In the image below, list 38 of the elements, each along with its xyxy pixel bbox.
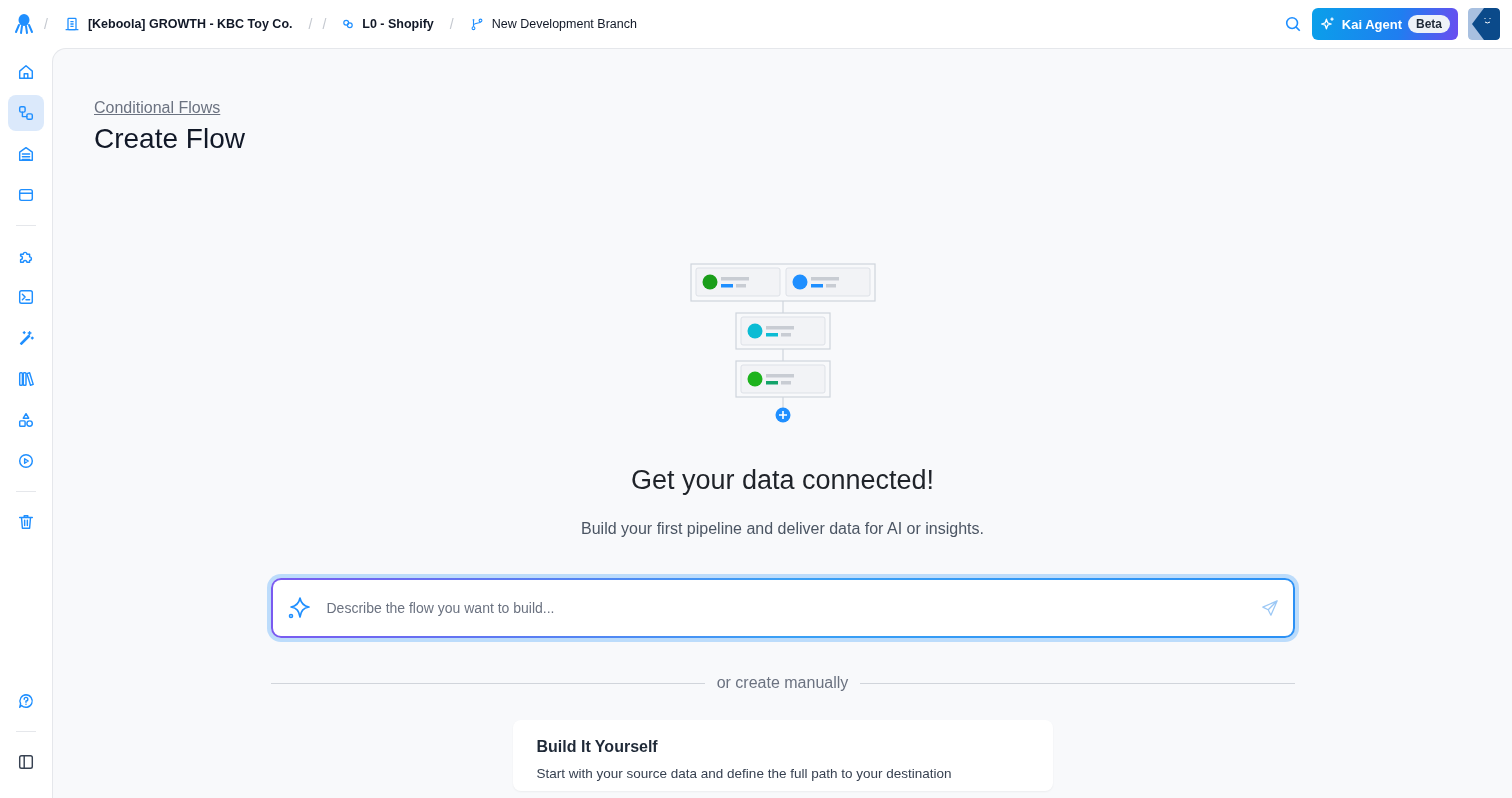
library-icon (17, 370, 35, 388)
empty-state-subtitle: Build your first pipeline and deliver data for AI or insights. (581, 520, 984, 538)
magic-wand-icon (17, 329, 35, 347)
breadcrumb-link[interactable]: L0 - Shopify (336, 17, 440, 31)
card-description: Start with your source data and define the full path to your destination (536, 766, 953, 781)
terminal-icon (17, 288, 35, 306)
branch-icon (469, 17, 484, 31)
breadcrumb-separator: / (449, 16, 454, 32)
empty-state-heading: Get your data connected! (630, 465, 935, 496)
search-icon[interactable] (1283, 15, 1302, 33)
divider-label: or create manually (716, 674, 849, 692)
breadcrumb-separator: / (44, 16, 48, 32)
page-title: Create Flow (94, 123, 246, 155)
send-icon[interactable] (1260, 599, 1279, 617)
flow-icon (17, 104, 35, 122)
help-icon (17, 692, 35, 710)
breadcrumb-separator: / (322, 16, 327, 32)
trash-icon (17, 513, 35, 531)
shapes-icon (17, 411, 35, 429)
building-icon (63, 16, 80, 32)
breadcrumb-separator: / (308, 16, 313, 32)
breadcrumb-link[interactable]: Conditional Flows (94, 99, 221, 116)
home-icon (17, 63, 35, 81)
window-icon (17, 186, 35, 204)
kai-agent-button[interactable]: Kai Agent Beta (1311, 8, 1458, 40)
storage-icon (17, 145, 35, 163)
octopus-logo-icon[interactable] (14, 13, 34, 35)
beta-badge: Beta (1408, 15, 1450, 33)
flow-prompt-field[interactable]: Describe the flow you want to build... (324, 599, 1247, 617)
breadcrumb-link[interactable]: [Keboola] GROWTH - KBC Toy Co. (57, 16, 299, 32)
sparkles-icon (1319, 16, 1336, 32)
card-title: Build It Yourself (536, 738, 659, 756)
play-icon (17, 452, 35, 470)
user-avatar[interactable] (1468, 8, 1500, 40)
sidebar-toggle-icon (17, 753, 35, 771)
build-option-card[interactable]: Build It Yourself Start with your source data and define the full path to your destination (512, 720, 1053, 791)
breadcrumb-link[interactable]: New Development Branch (463, 17, 643, 31)
sparkle-icon (286, 596, 311, 620)
